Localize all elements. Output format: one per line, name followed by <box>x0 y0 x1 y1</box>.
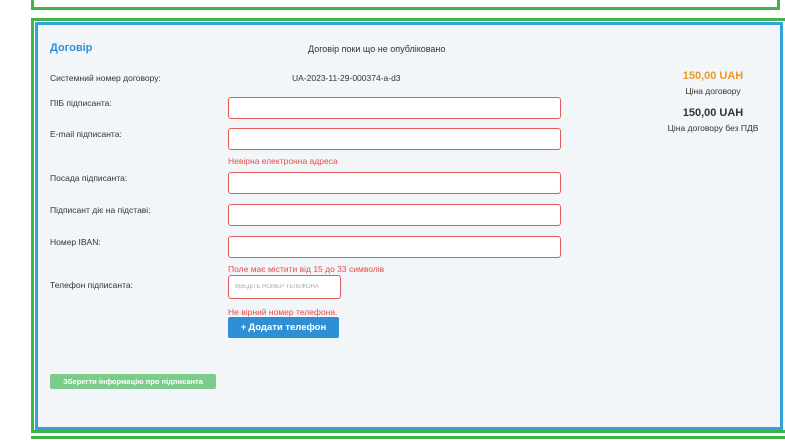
contract-status: Договір поки що не опубліковано <box>308 44 446 54</box>
signer-name-label: ПІБ підписанта: <box>50 98 112 108</box>
signer-email-label: E-mail підписанта: <box>50 129 122 139</box>
price-no-vat-block: 150,00 UAH Ціна договору без ПДВ <box>658 107 768 133</box>
system-number-value: UA-2023-11-29-000374-a-d3 <box>292 73 401 83</box>
signer-position-label: Посада підписанта: <box>50 173 128 183</box>
iban-label: Номер IBAN: <box>50 237 101 247</box>
phone-error: Не вірний номер телефона. <box>228 307 338 317</box>
signer-phone-label: Телефон підписанта: <box>50 280 133 290</box>
save-signer-button[interactable]: Зберегти інформацію про підписанта <box>50 374 216 389</box>
signer-basis-input[interactable] <box>228 204 561 226</box>
iban-input[interactable] <box>228 236 561 258</box>
add-phone-label: Додати телефон <box>248 322 327 333</box>
signer-position-input[interactable] <box>228 172 561 194</box>
contract-panel: Договір Договір поки що не опубліковано … <box>35 22 783 430</box>
green-frame-top <box>31 0 780 10</box>
plus-icon: + <box>240 322 247 333</box>
signer-basis-label: Підписант діє на підставі: <box>50 205 151 215</box>
iban-error: Поле має містити від 15 до 33 символів <box>228 264 385 274</box>
green-frame-bottom <box>31 436 785 439</box>
contract-title: Договір <box>50 42 93 54</box>
add-phone-button[interactable]: + Додати телефон <box>228 317 339 338</box>
signer-email-input[interactable] <box>228 128 561 150</box>
email-error: Невірна електронна адреса <box>228 156 338 166</box>
contract-price-no-vat: 150,00 UAH <box>682 107 744 119</box>
signer-name-input[interactable] <box>228 97 561 119</box>
contract-price-no-vat-caption: Ціна договору без ПДВ <box>667 123 759 133</box>
system-number-label: Системний номер договору: <box>50 73 161 83</box>
contract-price-caption: Ціна договору <box>685 86 741 96</box>
contract-price: 150,00 UAH <box>682 70 744 82</box>
signer-phone-input[interactable] <box>228 275 341 299</box>
price-block: 150,00 UAH Ціна договору <box>658 70 768 96</box>
